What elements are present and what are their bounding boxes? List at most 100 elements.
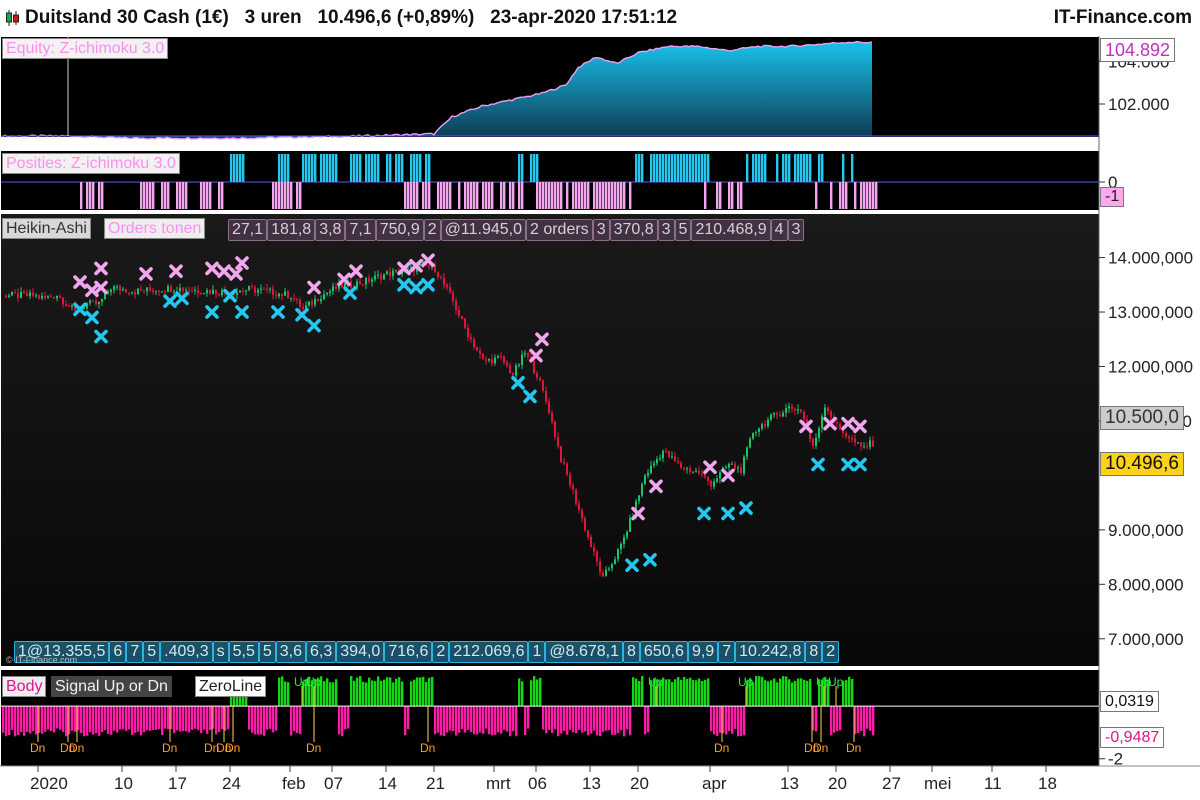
candle-body xyxy=(536,373,538,378)
body-histogram-bar xyxy=(164,706,167,729)
order-label: @8.678,1 xyxy=(545,641,623,663)
candle-body xyxy=(161,291,163,293)
candle-body xyxy=(302,307,304,309)
signal-dn-label: Dn xyxy=(162,741,177,755)
short-position-bar xyxy=(716,182,719,209)
heikin-ashi-label[interactable]: Heikin-Ashi xyxy=(2,218,91,239)
x-axis-label: 20 xyxy=(630,774,649,793)
body-histogram-bar xyxy=(152,706,155,730)
candle-body xyxy=(857,442,859,444)
body-histogram-bar xyxy=(794,680,797,707)
body-histogram-bar xyxy=(248,706,251,730)
long-position-bar xyxy=(746,154,749,182)
long-position-bar xyxy=(758,154,761,182)
candle-body xyxy=(686,468,688,470)
candle-body xyxy=(563,462,565,464)
long-position-bar xyxy=(314,154,317,182)
short-position-bar xyxy=(503,182,506,209)
candle-body xyxy=(683,468,685,470)
candle-body xyxy=(173,291,175,293)
body-histogram-bar xyxy=(677,677,680,707)
candle-body xyxy=(521,354,523,365)
candle-body xyxy=(743,456,745,474)
short-position-bar xyxy=(704,182,707,209)
body-histogram-bar xyxy=(836,706,839,732)
orders-top-bar: 27,1 181,8 3,8 7,1 750,9 2 @11.945,0 2 orders 3 3… xyxy=(228,219,805,241)
candle-body xyxy=(152,290,154,292)
candle-body xyxy=(329,291,331,293)
body-histogram-bar xyxy=(440,706,443,736)
short-position-bar xyxy=(587,182,590,209)
body-histogram-bar xyxy=(518,678,521,707)
body-histogram-bar xyxy=(539,677,542,707)
candle-body xyxy=(203,293,205,295)
signal-dn-label: Dn xyxy=(420,741,435,755)
candle-body xyxy=(35,295,37,297)
body-histogram-bar xyxy=(506,706,509,732)
body-histogram-bar xyxy=(557,706,560,737)
body-histogram-bar xyxy=(200,706,203,734)
short-position-bar xyxy=(161,182,164,209)
orders-label[interactable]: Orders tonen xyxy=(104,218,206,239)
x-axis-label: 07 xyxy=(324,774,343,793)
candle-body xyxy=(251,285,253,288)
long-position-bar xyxy=(332,154,335,182)
candle-body xyxy=(473,339,475,348)
chart-area[interactable]: Dn DnDn Dn DnDnDnUpUpDn DnUpDnUpDnUpDnUpDn 1… xyxy=(0,36,1200,800)
short-position-bar xyxy=(860,182,863,209)
body-histogram-bar xyxy=(596,706,599,736)
candle-body xyxy=(395,270,397,272)
short-position-bar xyxy=(557,182,560,209)
order-label: 6,3 xyxy=(306,641,337,663)
candle-body xyxy=(803,411,805,420)
body-histogram-bar xyxy=(806,680,809,707)
long-position-bar xyxy=(530,154,533,182)
short-position-bar xyxy=(152,182,155,209)
candle-body xyxy=(5,295,7,297)
candle-body xyxy=(848,436,850,439)
body-histogram-bar xyxy=(494,706,497,735)
candle-body xyxy=(566,463,568,475)
body-histogram-bar xyxy=(416,677,419,707)
short-position-bar xyxy=(446,182,449,209)
body-histogram-bar xyxy=(110,706,113,735)
short-position-bar xyxy=(284,182,287,209)
body-histogram-bar xyxy=(665,679,668,707)
candle-body xyxy=(761,424,763,429)
candle-body xyxy=(197,290,199,293)
candle-body xyxy=(98,301,100,305)
long-position-bar xyxy=(851,154,854,182)
body-histogram-bar xyxy=(851,679,854,707)
body-histogram-bar xyxy=(521,681,524,707)
long-position-bar xyxy=(278,154,281,182)
body-histogram-bar xyxy=(284,681,287,707)
candle-body xyxy=(674,456,676,462)
candle-body xyxy=(356,281,358,288)
body-label: Body xyxy=(2,676,47,697)
body-histogram-bar xyxy=(716,706,719,736)
order-label: 9,9 xyxy=(687,641,719,663)
body-histogram-bar xyxy=(176,706,179,731)
body-histogram-bar xyxy=(122,706,125,730)
order-label: 5 xyxy=(258,641,276,663)
candle-body xyxy=(506,362,508,366)
long-position-bar xyxy=(689,154,692,182)
body-histogram-bar xyxy=(551,706,554,733)
candle-body xyxy=(476,347,478,351)
body-histogram-bar xyxy=(410,681,413,707)
body-histogram-bar xyxy=(755,676,758,707)
body-histogram-bar xyxy=(860,706,863,731)
body-histogram-bar xyxy=(437,706,440,733)
candle-body xyxy=(128,292,130,294)
short-position-bar xyxy=(209,182,212,209)
candle-body xyxy=(332,286,334,292)
body-histogram-bar xyxy=(62,706,65,732)
order-label: 3 xyxy=(787,219,805,241)
candle-body xyxy=(455,300,457,310)
long-position-bar xyxy=(329,154,332,182)
candle-body xyxy=(494,357,496,364)
x-axis-label: 21 xyxy=(426,774,445,793)
long-position-bar xyxy=(800,154,803,182)
candle-body xyxy=(443,277,445,285)
candle-body xyxy=(779,414,781,417)
